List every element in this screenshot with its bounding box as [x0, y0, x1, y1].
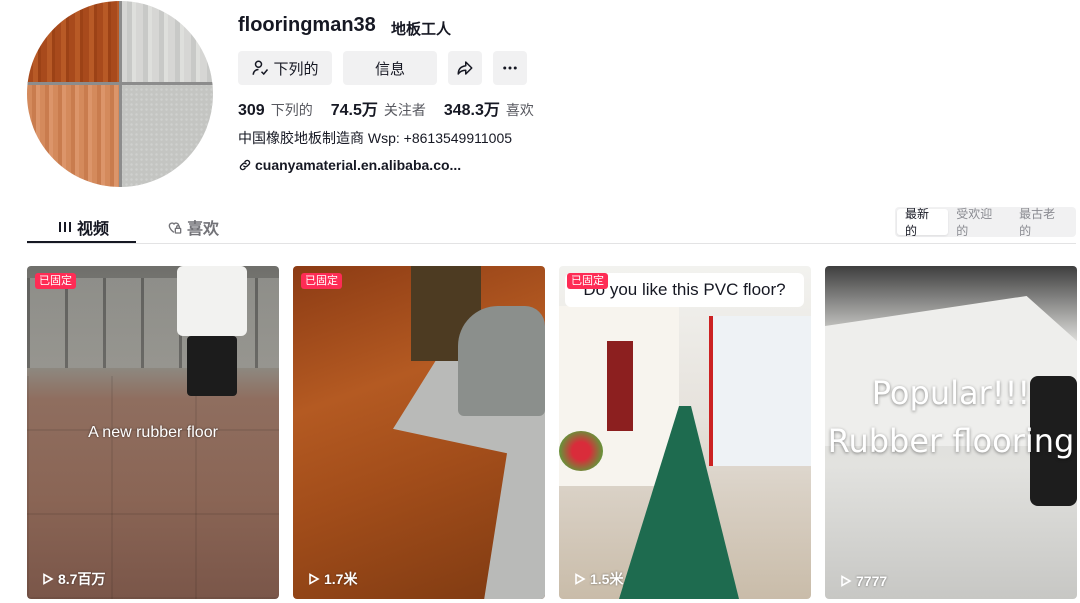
video-thumbnail-person: [187, 336, 237, 396]
view-count: 1.5米: [574, 569, 623, 589]
username: flooringman38: [238, 14, 376, 36]
sort-option-oldest[interactable]: 最古老的: [1011, 207, 1074, 238]
tab-videos-label: 视频: [77, 221, 110, 238]
view-count: 1.7米: [308, 569, 357, 589]
followers-label: 关注者: [383, 102, 426, 118]
sort-option-latest[interactable]: 最新的: [897, 207, 949, 238]
video-thumbnail-person: [458, 306, 545, 416]
play-icon: [575, 573, 586, 585]
profile-link[interactable]: cuanyamaterial.en.alibaba.co...: [238, 157, 461, 173]
message-button[interactable]: 信息: [343, 51, 437, 85]
avatar-grey-tile: [120, 1, 213, 83]
following-label: 下列的: [270, 102, 313, 118]
video-overlay-line: Rubber flooring: [827, 422, 1075, 460]
heart-lock-icon: [168, 222, 182, 234]
link-icon: [239, 159, 251, 171]
tab-videos[interactable]: 视频: [58, 215, 109, 239]
view-count-value: 8.7百万: [58, 571, 106, 587]
view-count-value: 1.7米: [324, 571, 358, 587]
view-count-value: 1.5米: [590, 571, 624, 587]
user-follow-icon: [252, 60, 269, 76]
likes-label: 喜欢: [505, 102, 534, 118]
followers-count[interactable]: 74.5万: [331, 96, 378, 120]
profile-bio: 中国橡胶地板制造商 Wsp: +8613549911005: [238, 130, 513, 146]
video-card[interactable]: 已固定 1.7米: [293, 266, 545, 599]
avatar-wood-tile: [27, 1, 120, 83]
video-overlay-text: Popular!!! Rubber flooring: [825, 369, 1077, 465]
profile-stats: 309 下列的 74.5万 关注者 348.3万 喜欢: [238, 96, 552, 120]
video-thumbnail-flowers: [559, 431, 603, 471]
pinned-badge: 已固定: [301, 273, 342, 289]
share-button[interactable]: [448, 51, 482, 85]
sort-option-popular[interactable]: 受欢迎的: [948, 207, 1011, 238]
video-thumbnail-person: [177, 266, 247, 336]
tab-liked[interactable]: 喜欢: [166, 215, 219, 239]
follow-button-label: 下列的: [273, 60, 319, 78]
profile-link-text: cuanyamaterial.en.alibaba.co...: [255, 157, 462, 173]
more-icon: [503, 66, 517, 70]
sort-switcher: 最新的 受欢迎的 最古老的: [895, 207, 1076, 238]
avatar-divider: [27, 81, 213, 85]
video-card[interactable]: Do you like this PVC floor? 已固定 1.5米: [559, 266, 811, 599]
video-thumbnail-noticeboard: [709, 316, 811, 466]
nickname: 地板工人: [391, 21, 452, 38]
pinned-badge: 已固定: [35, 273, 76, 289]
grid-icon: [59, 222, 71, 232]
avatar-light-wood-tile: [27, 82, 120, 187]
following-count[interactable]: 309: [238, 102, 265, 120]
video-thumbnail-floor: [27, 376, 279, 599]
play-icon: [309, 573, 320, 585]
tabs-divider: [27, 243, 1076, 244]
more-button[interactable]: [493, 51, 527, 85]
avatar-speckled-tile: [120, 82, 213, 187]
message-button-label: 信息: [374, 60, 405, 78]
likes-count: 348.3万: [443, 102, 500, 119]
share-icon: [457, 61, 473, 75]
view-count-value: 7777: [856, 573, 888, 589]
video-card[interactable]: 已固定 A new rubber floor 8.7百万: [27, 266, 279, 599]
view-count: 7777: [840, 573, 887, 589]
video-thumbnail-door: [607, 341, 633, 431]
play-icon: [43, 573, 54, 585]
pinned-badge: 已固定: [567, 273, 608, 289]
video-overlay-text: A new rubber floor: [88, 424, 218, 441]
avatar-divider: [119, 1, 122, 187]
video-overlay-line: Popular!!!: [871, 374, 1031, 412]
view-count: 8.7百万: [42, 569, 105, 589]
tab-liked-label: 喜欢: [187, 221, 220, 238]
follow-button[interactable]: 下列的: [238, 51, 332, 85]
avatar[interactable]: [27, 1, 213, 187]
video-card[interactable]: Popular!!! Rubber flooring 7777: [825, 266, 1077, 599]
play-icon: [841, 575, 852, 587]
